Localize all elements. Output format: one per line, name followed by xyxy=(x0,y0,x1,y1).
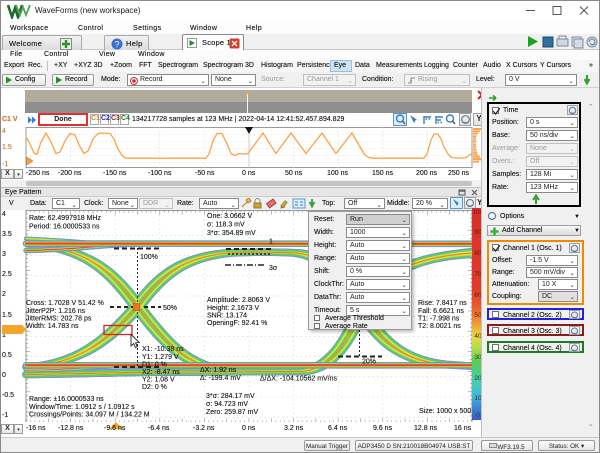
svg-text:Crossings/Points: 34.097 M /: Crossings/Points: 34.097 M / 134.22 M xyxy=(29,412,150,419)
svg-text:Height: 2.1673 V: Height: 2.1673 V xyxy=(207,305,259,312)
svg-text:Y1: 1.279 V: Y1: 1.279 V xyxy=(142,354,179,361)
svg-text:100%: 100% xyxy=(140,254,158,261)
svg-text:Zero: 259.87 mV: Zero: 259.87 mV xyxy=(206,409,258,416)
svg-text:Period: 16.0000533 ns: Period: 16.0000533 ns xyxy=(29,224,100,231)
svg-text:Width: 14.783 ns: Width: 14.783 ns xyxy=(26,323,79,330)
svg-text:3σ: 3σ xyxy=(269,265,278,272)
svg-text:Size: 1000 x 500: Size: 1000 x 500 xyxy=(419,408,471,415)
svg-text:3*σ: 284.17 mV: 3*σ: 284.17 mV xyxy=(206,393,255,400)
svg-text:OpeningF: 92.41 %: OpeningF: 92.41 % xyxy=(207,320,267,327)
svg-text:Fall: 6.6621 ns: Fall: 6.6621 ns xyxy=(418,308,464,315)
svg-text:Rise: 7.8417 ns: Rise: 7.8417 ns xyxy=(418,300,467,307)
svg-text:Rate: 62.4997918 MHz: Rate: 62.4997918 MHz xyxy=(29,215,101,222)
svg-text:T2: 8.0021 ns: T2: 8.0021 ns xyxy=(418,323,461,330)
svg-text:Y2: 1.08 V: Y2: 1.08 V xyxy=(142,377,175,384)
svg-text:Window/Time: 1.0912 s / 1.0912: Window/Time: 1.0912 s / 1.0912 s xyxy=(29,404,135,411)
svg-text:?: ? xyxy=(114,39,119,49)
svg-text:20%: 20% xyxy=(362,359,376,366)
svg-text:1: 1 xyxy=(269,239,273,246)
svg-text:Δ/ΔX: -104.10562 mV/ns: Δ/ΔX: -104.10562 mV/ns xyxy=(260,376,338,383)
svg-text:Δ: -199.4 mV: Δ: -199.4 mV xyxy=(200,375,241,382)
svg-text:T1: -7.998 ns: T1: -7.998 ns xyxy=(418,316,460,323)
svg-text:One: 3.0662 V: One: 3.0662 V xyxy=(207,213,252,220)
svg-text:3*σ: 354.89 mV: 3*σ: 354.89 mV xyxy=(207,230,256,237)
svg-text:σ: 94.723 mV: σ: 94.723 mV xyxy=(206,401,248,408)
svg-text:JitterRMS: 202.78 ps: JitterRMS: 202.78 ps xyxy=(26,316,92,323)
svg-text:SNR: 13.174: SNR: 13.174 xyxy=(207,313,247,320)
svg-text:Cross: 1.7028 V 51.42 %: Cross: 1.7028 V 51.42 % xyxy=(26,300,104,307)
svg-text:X2: -8.47 ns: X2: -8.47 ns xyxy=(142,369,180,376)
svg-text:50%: 50% xyxy=(163,305,177,312)
svg-text:X1: -10.38 ns: X1: -10.38 ns xyxy=(142,346,184,353)
svg-text:Range: ±16.0000533 ns: Range: ±16.0000533 ns xyxy=(29,396,104,403)
svg-text:D2: 0 %: D2: 0 % xyxy=(142,384,167,391)
svg-text:ΔX: 1.92 ns: ΔX: 1.92 ns xyxy=(200,367,237,374)
svg-text:JitterP2P: 1.216 ns: JitterP2P: 1.216 ns xyxy=(26,308,86,315)
svg-text:σ: 118.3 mV: σ: 118.3 mV xyxy=(207,222,245,229)
svg-text:D1: 0 %: D1: 0 % xyxy=(142,362,167,369)
svg-text:Amplitude: 2.8063 V: Amplitude: 2.8063 V xyxy=(207,297,270,304)
